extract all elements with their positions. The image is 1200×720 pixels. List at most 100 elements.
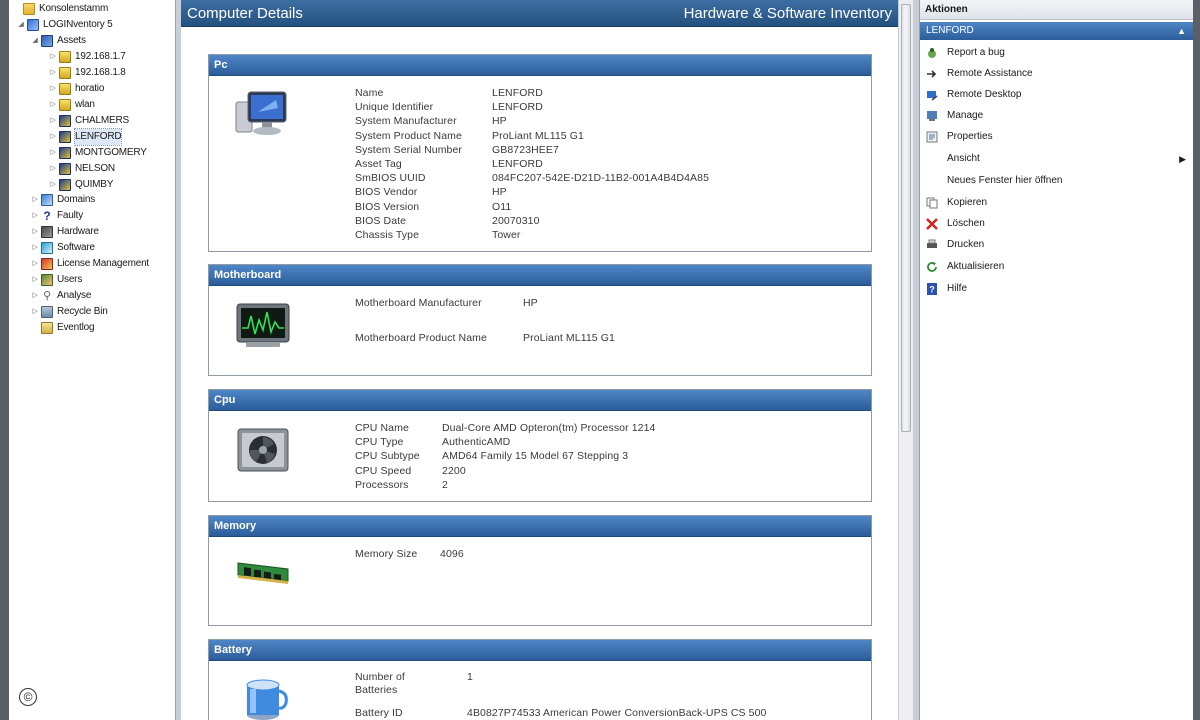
action-print[interactable]: Drucken bbox=[920, 235, 1193, 255]
collapse-arrow-icon[interactable]: ▲ bbox=[1177, 22, 1186, 40]
property-value: 20070310 bbox=[492, 214, 540, 227]
question-mark-icon: ? bbox=[43, 209, 51, 223]
tree-item-analyse[interactable]: ▷ ⚲ Analyse bbox=[31, 288, 91, 304]
actions-selected-object[interactable]: LENFORD ▲ bbox=[920, 22, 1193, 40]
tree-item-users[interactable]: ▷ Users bbox=[31, 272, 82, 288]
action-report-bug[interactable]: Report a bug bbox=[920, 43, 1193, 63]
property-value: LENFORD bbox=[492, 101, 543, 114]
recycle-bin-icon bbox=[41, 306, 53, 318]
action-ansicht[interactable]: Ansicht ▶ bbox=[920, 149, 1193, 169]
action-copy[interactable]: Kopieren bbox=[920, 193, 1193, 213]
tree-item-asset-selected[interactable]: ▷ LENFORD bbox=[49, 128, 123, 146]
tree-item-hardware[interactable]: ▷ Hardware bbox=[31, 224, 99, 240]
tree-item-label: License Management bbox=[57, 258, 150, 269]
tree-item-software[interactable]: ▷ Software bbox=[31, 240, 95, 256]
collapsed-arrow-icon[interactable]: ▷ bbox=[31, 256, 39, 272]
section-title: Motherboard bbox=[209, 265, 871, 286]
property-value: 4B0827P74533 American Power ConversionBa… bbox=[467, 707, 767, 719]
tree-item-faulty[interactable]: ▷ ? Faulty bbox=[31, 208, 83, 224]
action-manage[interactable]: Manage bbox=[920, 106, 1193, 126]
section-title: Memory bbox=[209, 516, 871, 537]
action-help[interactable]: ? Hilfe bbox=[920, 279, 1193, 299]
collapsed-arrow-icon[interactable]: ▷ bbox=[49, 145, 57, 161]
action-label: Löschen bbox=[947, 218, 985, 229]
tree-item-asset[interactable]: ▷ NELSON bbox=[49, 161, 115, 177]
property-value: 4096 bbox=[440, 548, 464, 560]
tree-item-label: LENFORD bbox=[73, 128, 123, 146]
collapsed-arrow-icon[interactable]: ▷ bbox=[49, 97, 57, 113]
action-label: Neues Fenster hier öffnen bbox=[947, 175, 1063, 186]
expanded-arrow-icon[interactable]: ◢ bbox=[17, 17, 25, 33]
property-value: AMD64 Family 15 Model 67 Stepping 3 bbox=[442, 450, 629, 463]
property-name: Chassis Type bbox=[355, 228, 420, 241]
collapsed-arrow-icon[interactable]: ▷ bbox=[31, 240, 39, 256]
action-properties[interactable]: Properties bbox=[920, 127, 1193, 147]
tree-item-asset[interactable]: ▷ MONTGOMERY bbox=[49, 145, 147, 161]
network-device-icon bbox=[59, 83, 71, 95]
network-device-icon bbox=[59, 67, 71, 79]
property-name: Unique Identifier bbox=[355, 101, 434, 114]
collapsed-arrow-icon[interactable]: ▷ bbox=[49, 113, 57, 129]
tree-item-domains[interactable]: ▷ Domains bbox=[31, 192, 95, 208]
property-name: BIOS Version bbox=[355, 200, 420, 213]
tree-item-asset[interactable]: ▷ horatio bbox=[49, 81, 104, 97]
action-remote-assistance[interactable]: Remote Assistance bbox=[920, 64, 1193, 84]
tree-item-eventlog[interactable]: Eventlog bbox=[31, 320, 95, 336]
action-remote-desktop[interactable]: Remote Desktop bbox=[920, 85, 1193, 105]
action-label: Manage bbox=[947, 110, 984, 121]
collapsed-arrow-icon[interactable]: ▷ bbox=[31, 192, 39, 208]
tree-item-asset[interactable]: ▷ CHALMERS bbox=[49, 113, 129, 129]
property-value: HP bbox=[492, 115, 507, 128]
remote-assistance-icon bbox=[927, 70, 937, 78]
collapsed-arrow-icon[interactable]: ▷ bbox=[49, 49, 57, 65]
assets-icon bbox=[41, 35, 53, 47]
tree-item-asset[interactable]: ▷ 192.168.1.7 bbox=[49, 49, 126, 65]
collapsed-arrow-icon[interactable]: ▷ bbox=[49, 129, 57, 145]
tree-item-label: QUIMBY bbox=[75, 179, 114, 190]
analyse-icon: ⚲ bbox=[43, 290, 51, 302]
tree-item-license-management[interactable]: ▷ License Management bbox=[31, 256, 149, 272]
property-row: Motherboard Manufacturer HP bbox=[355, 296, 538, 331]
computer-icon bbox=[59, 115, 71, 127]
property-row: Chassis Type Tower bbox=[355, 228, 520, 242]
tree-item-loginventory[interactable]: ◢ LOGINventory 5 bbox=[17, 17, 113, 33]
actions-pane: Aktionen LENFORD ▲ Report a bug Remote A… bbox=[919, 0, 1193, 720]
tree-item-assets[interactable]: ◢ Assets bbox=[31, 33, 86, 49]
collapsed-arrow-icon[interactable]: ▷ bbox=[31, 288, 39, 304]
collapsed-arrow-icon[interactable]: ▷ bbox=[49, 81, 57, 97]
collapsed-arrow-icon[interactable]: ▷ bbox=[49, 161, 57, 177]
tree-item-label: LOGINventory 5 bbox=[43, 19, 113, 30]
collapsed-arrow-icon[interactable]: ▷ bbox=[31, 224, 39, 240]
folder-icon bbox=[23, 3, 35, 15]
tree-item-label: CHALMERS bbox=[75, 115, 129, 126]
tree-item-root[interactable]: Konsolenstamm bbox=[13, 1, 108, 17]
property-row: System Product Name ProLiant ML115 G1 bbox=[355, 129, 584, 143]
computer-icon bbox=[59, 131, 71, 143]
collapsed-arrow-icon[interactable]: ▷ bbox=[49, 65, 57, 81]
action-new-window[interactable]: Neues Fenster hier öffnen bbox=[920, 171, 1193, 191]
computer-icon bbox=[59, 163, 71, 175]
tree-item-asset[interactable]: ▷ wlan bbox=[49, 97, 95, 113]
tree-item-asset[interactable]: ▷ 192.168.1.8 bbox=[49, 65, 126, 81]
content-scrollbar[interactable] bbox=[898, 0, 913, 720]
scrollbar-thumb[interactable] bbox=[901, 4, 911, 432]
action-refresh[interactable]: Aktualisieren bbox=[920, 257, 1193, 277]
collapsed-arrow-icon[interactable]: ▷ bbox=[49, 177, 57, 193]
property-value: ProLiant ML115 G1 bbox=[523, 332, 615, 344]
tree-item-recycle-bin[interactable]: ▷ Recycle Bin bbox=[31, 304, 108, 320]
tree-item-asset[interactable]: ▷ QUIMBY bbox=[49, 177, 113, 193]
delete-icon bbox=[926, 218, 938, 230]
battery-properties: Number of Batteries 1 Battery ID 4B0827P74… bbox=[355, 671, 766, 720]
section-cpu: Cpu CPU Name Dual-Core AMD Opteron(tm) Pr… bbox=[208, 389, 872, 502]
action-delete[interactable]: Löschen bbox=[920, 214, 1193, 234]
collapsed-arrow-icon[interactable]: ▷ bbox=[31, 304, 39, 320]
collapsed-arrow-icon[interactable]: ▷ bbox=[31, 208, 39, 224]
action-label: Drucken bbox=[947, 239, 985, 250]
expanded-arrow-icon[interactable]: ◢ bbox=[31, 33, 39, 49]
submenu-arrow-icon: ▶ bbox=[1179, 154, 1186, 164]
tree-item-label: 192.168.1.8 bbox=[75, 67, 126, 78]
collapsed-arrow-icon[interactable]: ▷ bbox=[31, 272, 39, 288]
computer-icon bbox=[59, 147, 71, 159]
domains-icon bbox=[41, 194, 53, 206]
property-name: Motherboard Product Name bbox=[355, 332, 487, 344]
